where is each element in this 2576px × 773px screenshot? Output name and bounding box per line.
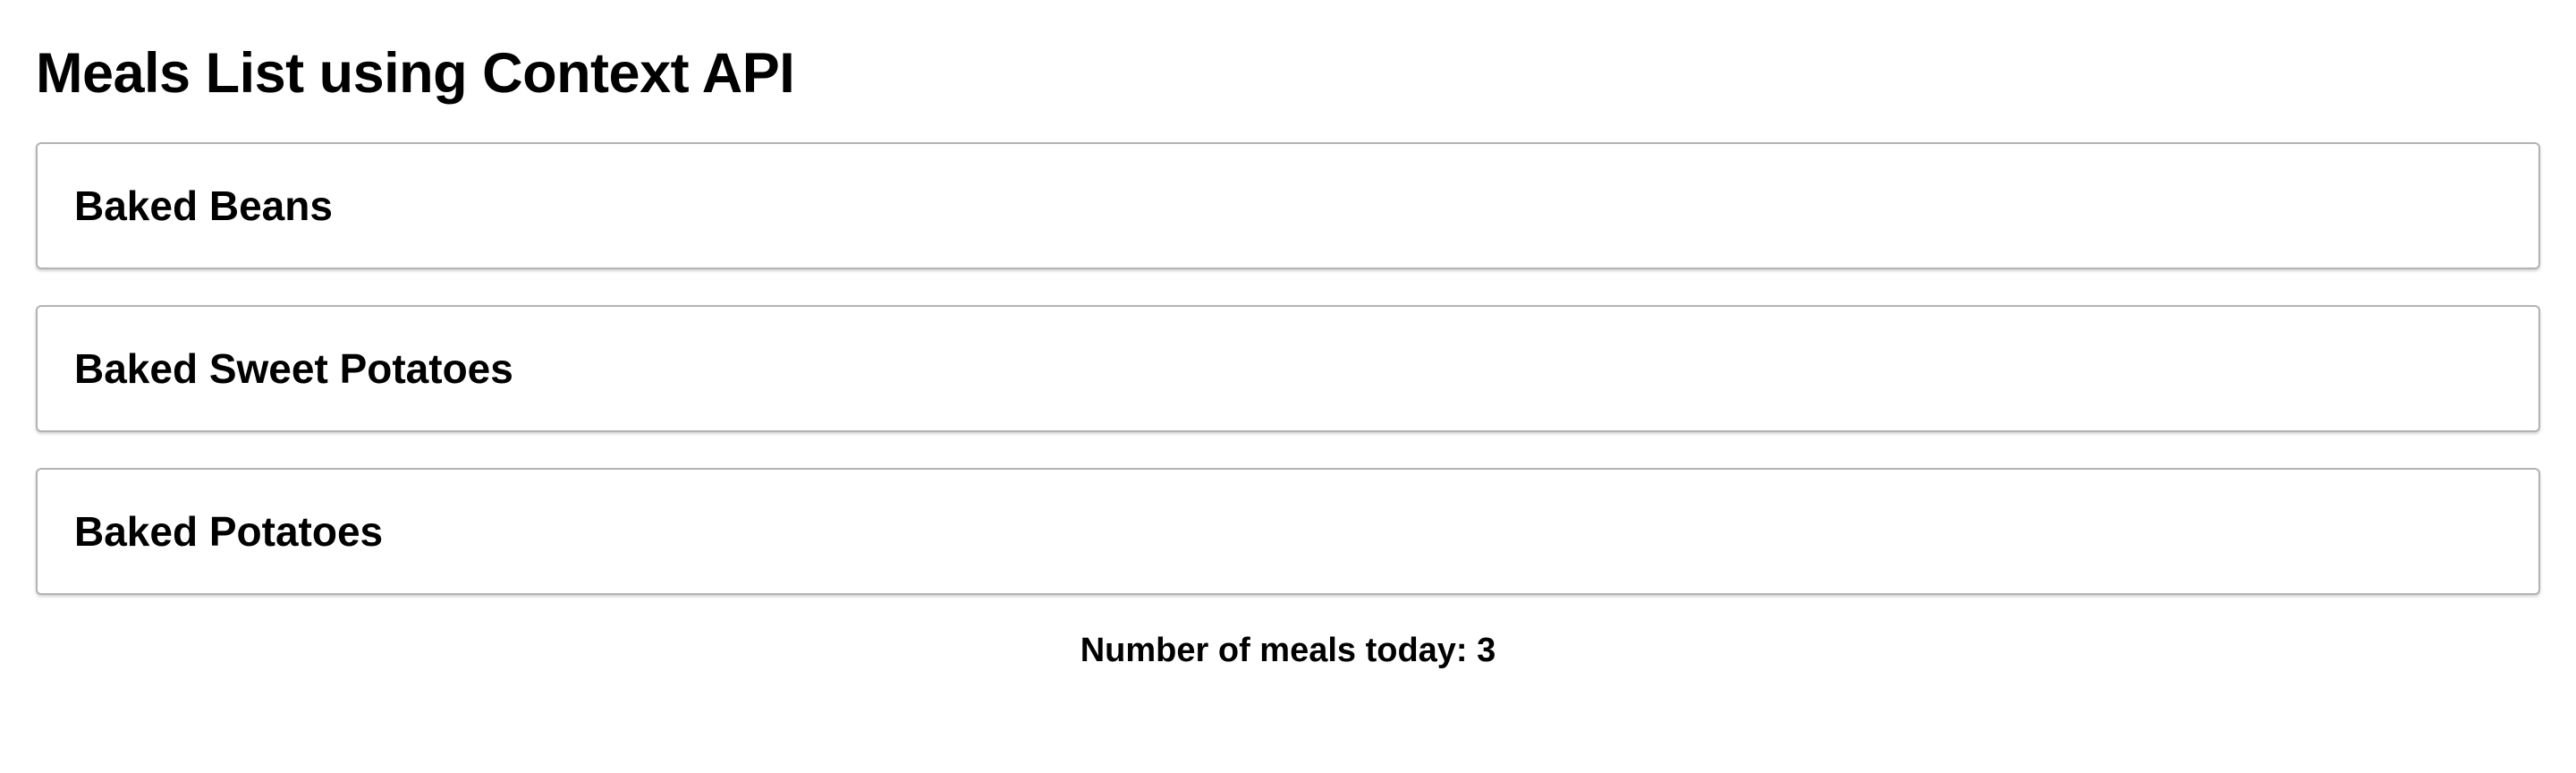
meal-card: Baked Sweet Potatoes bbox=[36, 305, 2540, 432]
meal-name: Baked Sweet Potatoes bbox=[74, 345, 513, 392]
meal-name: Baked Potatoes bbox=[74, 508, 384, 555]
meal-count-text: Number of meals today: 3 bbox=[1080, 632, 1496, 669]
meal-card: Baked Potatoes bbox=[36, 468, 2540, 595]
meal-list: Baked Beans Baked Sweet Potatoes Baked P… bbox=[36, 142, 2540, 631]
meals-page: Meals List using Context API Baked Beans… bbox=[0, 0, 2576, 773]
meal-name: Baked Beans bbox=[74, 183, 333, 229]
meal-card: Baked Beans bbox=[36, 142, 2540, 269]
page-title: Meals List using Context API bbox=[36, 42, 795, 105]
